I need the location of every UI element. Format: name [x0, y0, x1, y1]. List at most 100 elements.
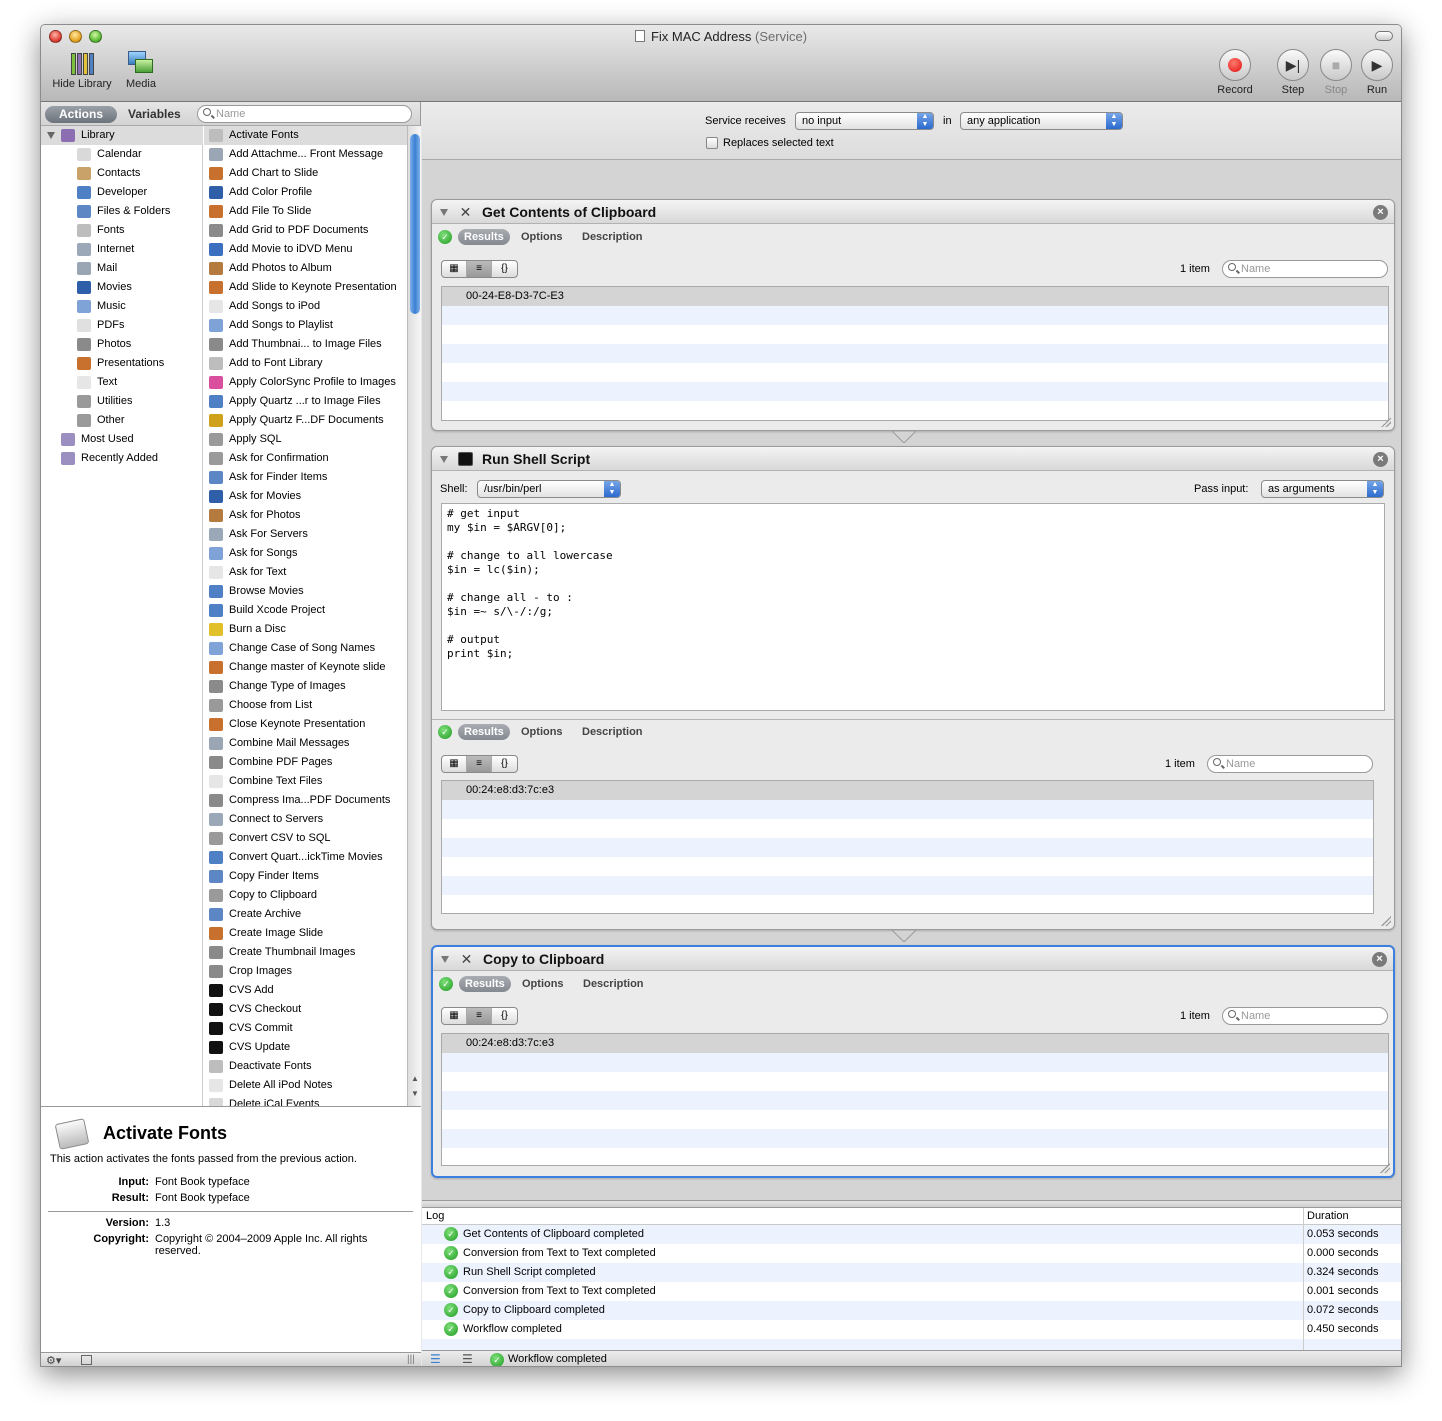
log-column-header[interactable]: Log — [426, 1210, 444, 1222]
sidebar-item-movies[interactable]: Movies — [41, 278, 203, 297]
run-button[interactable]: ▶ Run — [1359, 49, 1395, 96]
tab-options[interactable]: Options — [522, 976, 564, 992]
results-view-switcher[interactable]: ▦ ≡{} — [441, 260, 518, 278]
result-item[interactable]: 00-24-E8-D3-7C-E3 — [442, 287, 1388, 306]
action-list-item[interactable]: Add Thumbnai... to Image Files — [204, 335, 407, 354]
tab-description[interactable]: Description — [582, 724, 643, 740]
action-list-item[interactable]: Change Case of Song Names — [204, 639, 407, 658]
action-list-item[interactable]: Create Archive — [204, 905, 407, 924]
action-list-item[interactable]: Convert Quart...ickTime Movies — [204, 848, 407, 867]
action-list-item[interactable]: Deactivate Fonts — [204, 1057, 407, 1076]
show-description-icon[interactable] — [81, 1355, 92, 1365]
action-list-item[interactable]: CVS Add — [204, 981, 407, 1000]
sidebar-item-fonts[interactable]: Fonts — [41, 221, 203, 240]
scroll-down-arrow-icon[interactable]: ▼ — [411, 1089, 419, 1098]
disclosure-triangle-icon[interactable] — [440, 456, 448, 463]
icon-view-icon[interactable]: ▦ — [442, 261, 467, 277]
splitter-grip-icon[interactable]: ||| — [407, 1354, 415, 1365]
sidebar-item-presentations[interactable]: Presentations — [41, 354, 203, 373]
service-application-popup[interactable]: any application ▲ ▼ — [960, 112, 1123, 130]
list-view-icon[interactable]: ≡ — [467, 756, 492, 772]
tab-actions[interactable]: Actions — [45, 106, 117, 123]
action-list-item[interactable]: Add Photos to Album — [204, 259, 407, 278]
action-list-item[interactable]: Combine Text Files — [204, 772, 407, 791]
sidebar-item-photos[interactable]: Photos — [41, 335, 203, 354]
results-search-input[interactable]: Name — [1222, 1007, 1388, 1025]
action-list-item[interactable]: Change Type of Images — [204, 677, 407, 696]
action-list-item[interactable]: Compress Ima...PDF Documents — [204, 791, 407, 810]
sidebar-item-mail[interactable]: Mail — [41, 259, 203, 278]
action-list-item[interactable]: Add Grid to PDF Documents — [204, 221, 407, 240]
code-view-icon[interactable]: {} — [492, 1008, 517, 1024]
action-run-shell-script[interactable]: Run Shell Script × Shell: /usr/bin/perl … — [431, 446, 1395, 930]
tab-description[interactable]: Description — [583, 976, 644, 992]
action-list-item[interactable]: Combine Mail Messages — [204, 734, 407, 753]
record-button[interactable]: Record — [1213, 49, 1257, 96]
action-list-item[interactable]: CVS Commit — [204, 1019, 407, 1038]
log-row[interactable]: ✓ Conversion from Text to Text completed 0… — [422, 1282, 1401, 1301]
action-list-item[interactable]: Add Movie to iDVD Menu — [204, 240, 407, 259]
action-list-item[interactable]: Add Songs to iPod — [204, 297, 407, 316]
list-view-icon[interactable]: ≡ — [467, 1008, 492, 1024]
list-view-icon[interactable]: ≡ — [467, 261, 492, 277]
resize-handle-icon[interactable] — [1380, 1163, 1390, 1173]
action-list-item[interactable]: Combine PDF Pages — [204, 753, 407, 772]
action-list-item[interactable]: Create Thumbnail Images — [204, 943, 407, 962]
shell-popup[interactable]: /usr/bin/perl ▲ ▼ — [477, 480, 621, 498]
sidebar-item-contacts[interactable]: Contacts — [41, 164, 203, 183]
actions-scrollbar[interactable]: ▲ ▼ — [407, 126, 421, 1106]
sidebar-item-library[interactable]: Library — [41, 126, 203, 145]
log-splitter[interactable] — [422, 1200, 1401, 1208]
action-get-contents-of-clipboard[interactable]: ✕ Get Contents of Clipboard × ✓ Results … — [431, 199, 1395, 431]
disclosure-triangle-icon[interactable] — [440, 209, 448, 216]
scrollbar-thumb[interactable] — [410, 134, 420, 314]
action-list-item[interactable]: Add Chart to Slide — [204, 164, 407, 183]
action-list-item[interactable]: Burn a Disc — [204, 620, 407, 639]
log-row[interactable]: ✓ Workflow completed 0.450 seconds — [422, 1320, 1401, 1339]
log-row[interactable]: ✓ Get Contents of Clipboard completed 0.05… — [422, 1225, 1401, 1244]
duration-column-header[interactable]: Duration — [1307, 1210, 1349, 1222]
action-list-item[interactable]: Add Slide to Keynote Presentation — [204, 278, 407, 297]
action-list-item[interactable]: Convert CSV to SQL — [204, 829, 407, 848]
action-list-item[interactable]: Close Keynote Presentation — [204, 715, 407, 734]
code-view-icon[interactable]: {} — [492, 756, 517, 772]
code-view-icon[interactable]: {} — [492, 261, 517, 277]
action-list-item[interactable]: Apply SQL — [204, 430, 407, 449]
action-list-item[interactable]: Ask for Photos — [204, 506, 407, 525]
results-search-input[interactable]: Name — [1207, 755, 1373, 773]
tab-variables[interactable]: Variables — [119, 106, 190, 123]
icon-view-icon[interactable]: ▦ — [442, 756, 467, 772]
action-list-item[interactable]: Apply ColorSync Profile to Images — [204, 373, 407, 392]
tab-description[interactable]: Description — [582, 229, 643, 245]
tab-results[interactable]: Results — [459, 976, 511, 992]
action-copy-to-clipboard[interactable]: ✕ Copy to Clipboard × ✓ Results Options … — [431, 945, 1395, 1178]
hide-library-button[interactable]: Hide Library — [49, 51, 115, 90]
resize-handle-icon[interactable] — [1381, 916, 1391, 926]
sidebar-item-internet[interactable]: Internet — [41, 240, 203, 259]
results-view-switcher[interactable]: ▦ ≡{} — [441, 755, 518, 773]
action-list-item[interactable]: Ask for Text — [204, 563, 407, 582]
script-editor[interactable]: # get input my $in = $ARGV[0]; # change … — [441, 503, 1385, 711]
scroll-up-arrow-icon[interactable]: ▲ — [411, 1074, 419, 1083]
sidebar-item-files-folders[interactable]: Files & Folders — [41, 202, 203, 221]
remove-action-icon[interactable]: × — [1373, 452, 1388, 467]
tab-options[interactable]: Options — [521, 229, 563, 245]
remove-action-icon[interactable]: × — [1373, 205, 1388, 220]
action-list-item[interactable]: Build Xcode Project — [204, 601, 407, 620]
action-list-item[interactable]: Add Attachme... Front Message — [204, 145, 407, 164]
sidebar-item-utilities[interactable]: Utilities — [41, 392, 203, 411]
resize-handle-icon[interactable] — [1381, 417, 1391, 427]
log-row[interactable]: ✓ Conversion from Text to Text completed 0… — [422, 1244, 1401, 1263]
results-view-switcher[interactable]: ▦ ≡{} — [441, 1007, 518, 1025]
action-list-item[interactable]: Ask for Confirmation — [204, 449, 407, 468]
icon-view-icon[interactable]: ▦ — [442, 1008, 467, 1024]
log-row[interactable]: ✓ Copy to Clipboard completed 0.072 second… — [422, 1301, 1401, 1320]
result-item[interactable]: 00:24:e8:d3:7c:e3 — [442, 1034, 1388, 1053]
sidebar-item-developer[interactable]: Developer — [41, 183, 203, 202]
action-list-item[interactable]: Ask for Songs — [204, 544, 407, 563]
sidebar-item-most-used[interactable]: Most Used — [41, 430, 203, 449]
sidebar-item-music[interactable]: Music — [41, 297, 203, 316]
action-list-item[interactable]: Activate Fonts — [204, 126, 407, 145]
action-list-item[interactable]: Add Songs to Playlist — [204, 316, 407, 335]
action-list-item[interactable]: Add Color Profile — [204, 183, 407, 202]
